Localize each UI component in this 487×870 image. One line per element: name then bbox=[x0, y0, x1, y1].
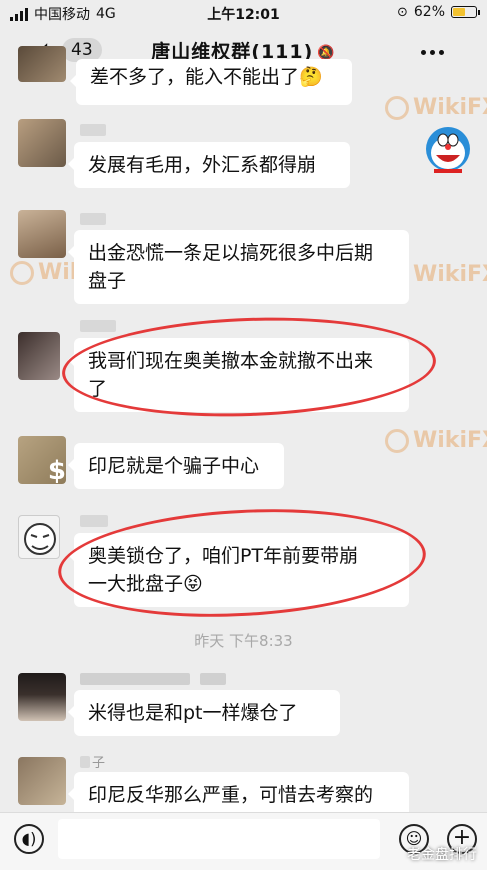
wikifx-logo-icon bbox=[385, 95, 409, 120]
avatar-label: $ bbox=[47, 456, 66, 484]
watermark-text: WikiFX bbox=[413, 262, 487, 287]
voice-icon[interactable]: ◖) bbox=[14, 824, 44, 854]
wikifx-logo-icon bbox=[10, 260, 34, 285]
nickname: 子 bbox=[80, 752, 105, 771]
message-bubble[interactable]: 我哥们现在奥美撤本金就撤不出来 了 bbox=[68, 338, 409, 412]
battery-percent: 62% bbox=[413, 4, 445, 20]
emoji-thinking-icon: 🤔 bbox=[299, 66, 323, 88]
message-text: 米得也是和pt一样爆仓了 bbox=[88, 702, 298, 724]
input-bar: ◖) ☺ + 老金盘排行 bbox=[0, 812, 487, 870]
status-right: ⊙ 62% bbox=[396, 4, 480, 20]
message-text-line: 出金恐慌一条足以搞死很多中后期 bbox=[88, 242, 374, 264]
avatar[interactable]: $ bbox=[18, 436, 66, 484]
battery-fill bbox=[453, 8, 465, 16]
nickname-blurred bbox=[80, 124, 106, 136]
message-text: 印尼就是个骗子中心 bbox=[88, 455, 260, 477]
status-bar: 中国移动 4G 上午12:01 ⊙ 62% bbox=[0, 0, 487, 26]
message-bubble[interactable]: 发展有毛用，外汇系都得崩 bbox=[68, 142, 350, 188]
message-text: 发展有毛用，外汇系都得崩 bbox=[88, 154, 317, 176]
nickname-blurred bbox=[80, 213, 106, 225]
avatar[interactable] bbox=[18, 210, 66, 258]
time-divider: 昨天 下午8:33 bbox=[194, 632, 293, 650]
rotation-lock-icon: ⊙ bbox=[396, 4, 408, 20]
nickname-blurred bbox=[80, 320, 116, 332]
doraemon-sticker bbox=[424, 125, 472, 177]
message-text-line: 盘子 bbox=[88, 270, 127, 292]
message-text: 差不多了，能入不能出了 bbox=[90, 66, 300, 88]
avatar[interactable] bbox=[18, 332, 60, 380]
message-text-line: 我哥们现在奥美撤本金就撤不出来 bbox=[88, 350, 374, 372]
battery-icon bbox=[451, 6, 480, 18]
meme-face-icon bbox=[24, 523, 56, 555]
wikifx-watermark: WikiFX bbox=[385, 95, 487, 120]
message-bubble[interactable]: 出金恐慌一条足以搞死很多中后期 盘子 bbox=[68, 230, 409, 304]
avatar[interactable] bbox=[18, 46, 66, 82]
ellipsis-icon[interactable] bbox=[421, 50, 445, 55]
watermark-text: WikiFX bbox=[413, 428, 487, 453]
avatar[interactable] bbox=[18, 757, 66, 805]
nickname-blurred bbox=[80, 755, 90, 768]
wikifx-watermark: WikiFX bbox=[385, 428, 487, 453]
watermark-text: WikiFX bbox=[413, 95, 487, 120]
message-text-line: 奥美锁仓了，咱们PT年前要带崩 bbox=[88, 545, 359, 567]
message-text-line: 一大批盘子😝 bbox=[88, 573, 203, 595]
avatar[interactable] bbox=[18, 119, 66, 167]
avatar[interactable] bbox=[18, 673, 66, 721]
wechat-account-watermark: 老金盘排行 bbox=[407, 847, 477, 863]
nickname-blurred bbox=[80, 515, 108, 527]
nickname-blurred bbox=[80, 673, 190, 685]
avatar[interactable] bbox=[18, 515, 60, 559]
nickname-blurred bbox=[200, 673, 226, 685]
message-input[interactable] bbox=[58, 819, 380, 859]
message-text: 印尼反华那么严重，可惜去考察的 bbox=[88, 784, 374, 806]
wikifx-logo-icon bbox=[385, 428, 409, 453]
nickname-text: 子 bbox=[92, 756, 106, 771]
message-bubble[interactable]: 差不多了，能入不能出了🤔 bbox=[70, 59, 352, 105]
message-text-line: 了 bbox=[88, 378, 108, 400]
message-bubble[interactable]: 奥美锁仓了，咱们PT年前要带崩 一大批盘子😝 bbox=[68, 533, 409, 607]
message-bubble[interactable]: 米得也是和pt一样爆仓了 bbox=[68, 690, 340, 736]
message-bubble[interactable]: 印尼就是个骗子中心 bbox=[68, 443, 284, 489]
